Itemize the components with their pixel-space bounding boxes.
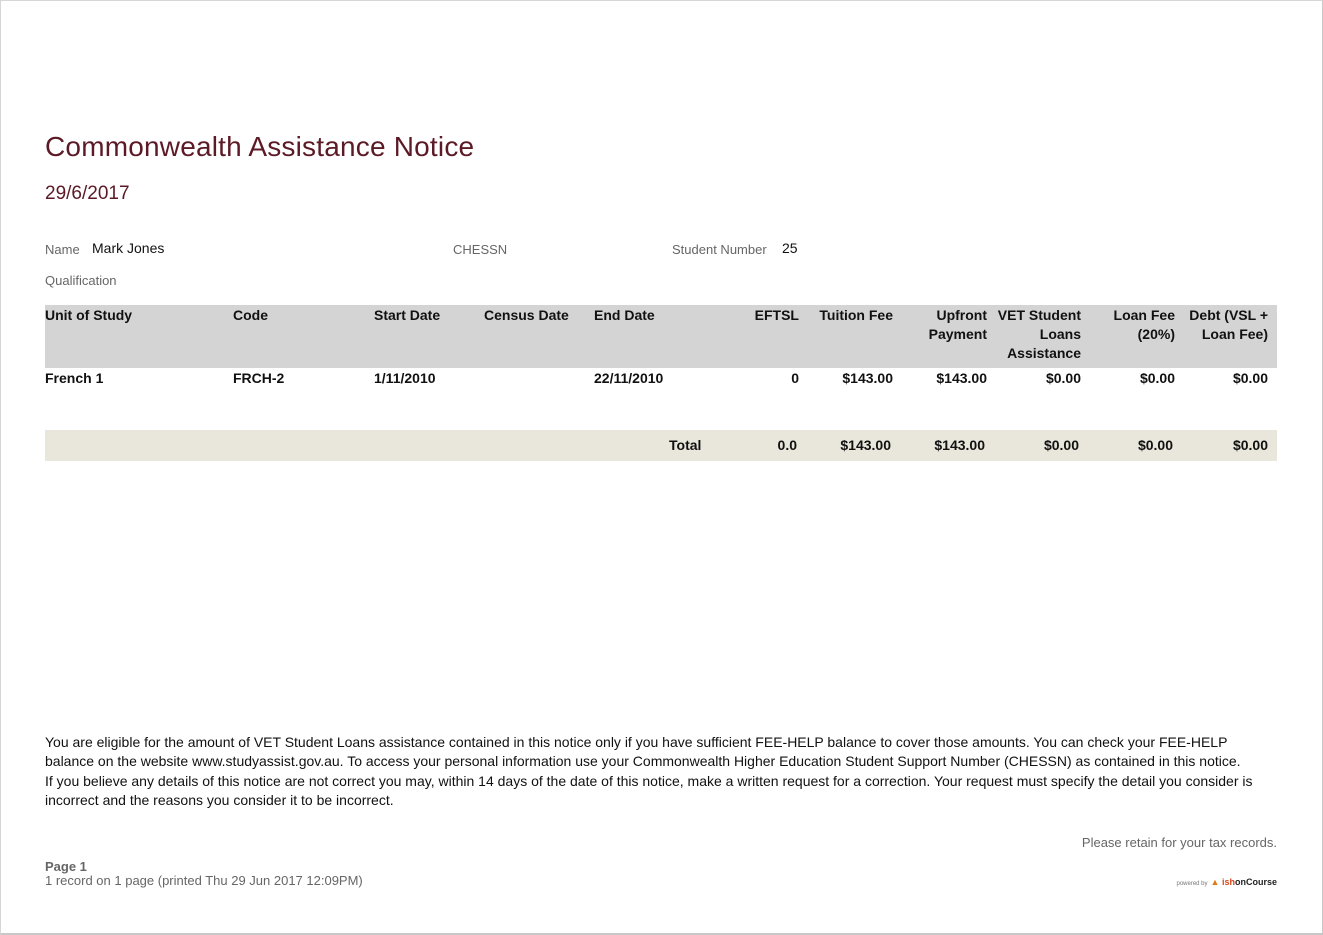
cell-unit: French 1 — [45, 370, 104, 386]
total-upfront-payment: $143.00 — [934, 437, 985, 453]
table-row: French 1 FRCH-2 1/11/2010 22/11/2010 0 $… — [45, 368, 1277, 409]
col-header-code: Code — [233, 305, 374, 368]
col-header-end-date: End Date — [594, 305, 705, 368]
cell-loan-fee: $0.00 — [1139, 370, 1175, 386]
col-header-census-date: Census Date — [484, 305, 594, 368]
page-number: Page 1 — [45, 859, 87, 874]
col-header-tuition-fee: Tuition Fee — [808, 305, 902, 368]
cell-start-date: 1/11/2010 — [374, 370, 436, 386]
total-debt: $0.00 — [1232, 437, 1268, 453]
cell-end-date: 22/11/2010 — [594, 370, 664, 386]
col-header-unit: Unit of Study — [45, 305, 233, 368]
printed-info: 1 record on 1 page (printed Thu 29 Jun 2… — [45, 873, 363, 888]
chessn-label: CHESSN — [453, 242, 508, 257]
col-header-start-date: Start Date — [374, 305, 484, 368]
brand-oncourse: onCourse — [1234, 877, 1277, 887]
table-header-row: Unit of Study Code Start Date Census Dat… — [45, 305, 1277, 368]
student-number-value: 25 — [782, 240, 798, 256]
document-title: Commonwealth Assistance Notice — [45, 131, 475, 162]
student-number-label: Student Number — [672, 242, 767, 257]
cell-debt: $0.00 — [1232, 370, 1268, 386]
disclaimer-paragraph-correction: If you believe any details of this notic… — [45, 772, 1253, 808]
total-loan-fee: $0.00 — [1137, 437, 1173, 453]
total-tuition-fee: $143.00 — [840, 437, 891, 453]
col-header-upfront-payment: Upfront Payment — [902, 305, 996, 368]
disclaimer: You are eligible for the amount of VET S… — [45, 733, 1277, 810]
cell-eftsl: 0 — [791, 370, 799, 386]
col-header-vsl-assistance: VET Student Loans Assistance — [996, 305, 1090, 368]
disclaimer-paragraph-eligibility: You are eligible for the amount of VET S… — [45, 734, 1241, 770]
cell-code: FRCH-2 — [233, 370, 285, 386]
cell-vsl-assistance: $0.00 — [1045, 370, 1081, 386]
powered-by-text: powered by — [1176, 881, 1208, 887]
name-value: Mark Jones — [92, 240, 165, 256]
total-eftsl: 0.0 — [777, 437, 797, 453]
cell-tuition-fee: $143.00 — [842, 370, 893, 386]
col-header-eftsl: EFTSL — [705, 305, 808, 368]
col-header-debt: Debt (VSL + Loan Fee) — [1184, 305, 1277, 368]
retain-note: Please retain for your tax records. — [1081, 835, 1277, 850]
units-table: Unit of Study Code Start Date Census Dat… — [45, 305, 1277, 409]
total-vsl-assistance: $0.00 — [1043, 437, 1079, 453]
qualification-label: Qualification — [45, 273, 117, 288]
cell-census-date — [484, 368, 594, 409]
ish-logo-icon: ▲ — [1210, 877, 1220, 887]
col-header-loan-fee: Loan Fee (20%) — [1090, 305, 1184, 368]
brand-logo: powered by ▲ ishonCourse — [1177, 877, 1278, 887]
cell-upfront-payment: $143.00 — [936, 370, 987, 386]
document-date: 29/6/2017 — [45, 183, 130, 204]
total-label: Total — [669, 437, 702, 453]
totals-row: Total 0.0 $143.00 $143.00 $0.00 $0.00 $0… — [45, 430, 1277, 461]
name-label: Name — [45, 242, 80, 257]
brand-ish: ish — [1221, 877, 1235, 887]
